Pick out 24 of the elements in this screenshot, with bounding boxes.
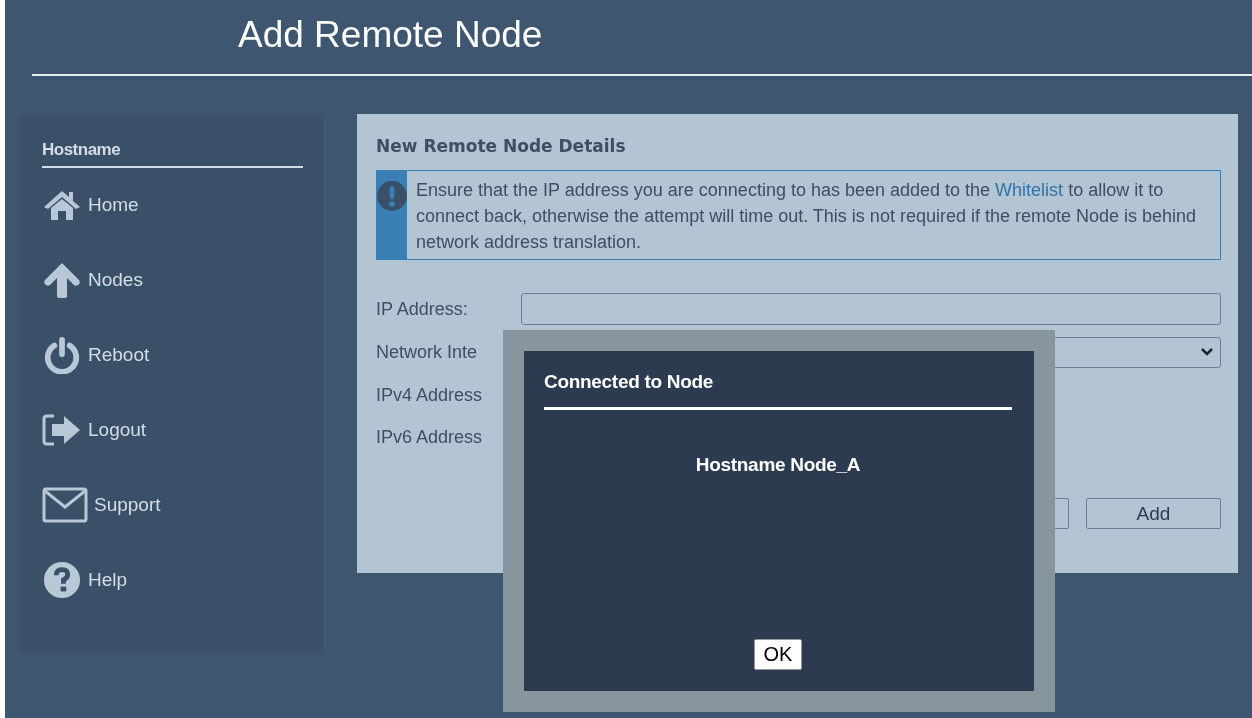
sidebar-item[interactable]: Support [42,467,303,542]
sidebar-item[interactable]: Reboot [42,317,303,392]
add-button[interactable]: Add [1086,498,1221,529]
page-title: Add Remote Node [237,13,544,57]
sidebar-header: Hostname [42,140,303,168]
ip-address-field[interactable] [521,293,1221,325]
ok-button[interactable]: OK [753,639,803,670]
dialog-message: Hostname Node_A [694,454,862,476]
field-label: IPv4 Address [376,384,483,406]
sidebar-item[interactable]: Logout [42,392,303,467]
field-label: IPv6 Address [376,426,483,448]
sidebar-item[interactable]: Nodes [42,242,303,317]
alert-text: Ensure that the IP address you are connecting to has been added to the Whitelist to allow it to connect back, otherwise the attempt will time out. This is not required if the remote Node is behind network address translation. [415,179,1198,254]
field-label: IP Address: [376,298,468,320]
up-arrow-icon [42,260,82,299]
field-label: Network Inte [376,341,478,363]
chevron-icon [1200,347,1214,357]
power-icon [42,335,82,374]
help-icon [42,560,82,599]
envelope-icon [42,485,88,524]
dialog-title: Connected to Node [544,371,1012,410]
sidebar-item[interactable]: Help [42,542,303,617]
sidebar-item[interactable]: Home [42,167,303,242]
panel-title: New Remote Node Details [376,136,627,156]
